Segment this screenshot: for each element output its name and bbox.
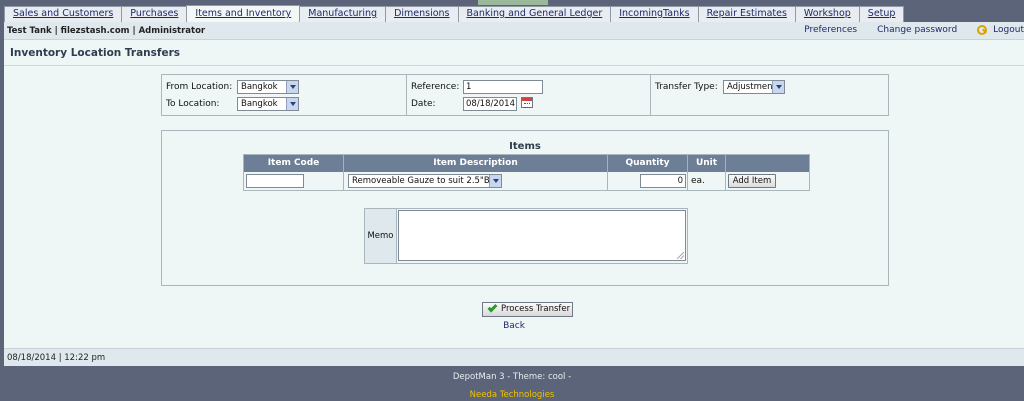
resize-grip-icon[interactable] bbox=[677, 252, 684, 259]
item-description-cell: Removeable Gauze to suit 2.5"BSP M bbox=[344, 172, 608, 190]
tab-banking-and-general-ledger[interactable]: Banking and General Ledger bbox=[457, 6, 612, 22]
back-link: Back bbox=[4, 321, 1024, 331]
reference-column: Reference: 1 Date: 08/18/2014 bbox=[407, 75, 651, 115]
add-item-button[interactable]: Add Item bbox=[728, 174, 776, 188]
column-quantity: Quantity bbox=[608, 155, 688, 172]
location-column: From Location: Bangkok To Location: Bang… bbox=[162, 75, 407, 115]
date-input[interactable]: 08/18/2014 bbox=[463, 97, 517, 111]
transfer-header-form: From Location: Bangkok To Location: Bang… bbox=[161, 74, 889, 116]
tab-items-and-inventory[interactable]: Items and Inventory bbox=[186, 5, 301, 22]
chevron-down-icon bbox=[286, 98, 298, 110]
column-unit: Unit bbox=[688, 155, 726, 172]
memo-group: Memo bbox=[364, 208, 688, 264]
process-transfer-label: Process Transfer bbox=[501, 304, 571, 314]
items-table-header: Item Code Item Description Quantity Unit bbox=[244, 155, 809, 172]
memo-label: Memo bbox=[365, 209, 397, 263]
change-password-link[interactable]: Change password bbox=[877, 25, 957, 35]
user-links: Preferences Change password Logout bbox=[784, 25, 1024, 35]
tab-repair-estimates[interactable]: Repair Estimates bbox=[697, 6, 796, 22]
item-description-select[interactable]: Removeable Gauze to suit 2.5"BSP M bbox=[348, 174, 502, 188]
to-location-label: To Location: bbox=[166, 99, 220, 109]
user-bar: Test Tank | filezstash.com | Administrat… bbox=[4, 22, 1024, 40]
tab-manufacturing[interactable]: Manufacturing bbox=[299, 6, 387, 22]
from-location-label: From Location: bbox=[166, 82, 233, 92]
column-action bbox=[726, 155, 809, 172]
transfer-type-select[interactable]: Adjustment bbox=[723, 80, 785, 94]
to-location-value: Bangkok bbox=[241, 99, 278, 109]
date-label: Date: bbox=[411, 99, 436, 109]
chevron-down-icon bbox=[489, 175, 501, 187]
status-bar: 08/18/2014 | 12:22 pm bbox=[4, 348, 1024, 366]
status-datetime: 08/18/2014 | 12:22 pm bbox=[7, 353, 106, 363]
title-divider bbox=[4, 65, 1024, 66]
reference-label: Reference: bbox=[411, 82, 460, 92]
tab-dimensions[interactable]: Dimensions bbox=[385, 6, 459, 22]
logout-link[interactable]: Logout bbox=[993, 25, 1024, 35]
transfer-type-column: Transfer Type: Adjustment bbox=[651, 75, 888, 115]
footer-company-link[interactable]: Needa Technologies bbox=[0, 390, 1024, 400]
memo-textarea[interactable] bbox=[398, 210, 686, 261]
item-code-input[interactable] bbox=[246, 174, 304, 188]
tab-sales-and-customers[interactable]: Sales and Customers bbox=[4, 6, 123, 22]
top-menu-bar: Sales and Customers Purchases Items and … bbox=[0, 0, 1024, 22]
tab-workshop[interactable]: Workshop bbox=[794, 6, 860, 22]
items-title: Items bbox=[509, 141, 541, 152]
page-title: Inventory Location Transfers bbox=[10, 47, 181, 59]
footer-theme-line: DepotMan 3 - Theme: cool - bbox=[452, 372, 572, 382]
item-code-cell bbox=[244, 172, 344, 190]
user-info: Test Tank | filezstash.com | Administrat… bbox=[7, 26, 206, 36]
check-icon bbox=[487, 302, 498, 313]
items-section: Items Item Code Item Description Quantit… bbox=[161, 130, 889, 286]
tab-purchases[interactable]: Purchases bbox=[121, 6, 188, 22]
items-table: Item Code Item Description Quantity Unit… bbox=[243, 154, 810, 191]
key-icon bbox=[977, 25, 988, 35]
unit-value: ea. bbox=[691, 176, 705, 186]
column-item-description: Item Description bbox=[344, 155, 608, 172]
module-tabs: Sales and Customers Purchases Items and … bbox=[4, 5, 905, 22]
back-link-text[interactable]: Back bbox=[503, 321, 525, 331]
action-cell: Add Item bbox=[726, 172, 809, 190]
tab-incoming-tanks[interactable]: IncomingTanks bbox=[610, 6, 699, 22]
table-row: Removeable Gauze to suit 2.5"BSP M 0 ea.… bbox=[244, 172, 809, 190]
from-location-select[interactable]: Bangkok bbox=[237, 80, 299, 94]
tab-setup[interactable]: Setup bbox=[858, 6, 905, 22]
quantity-cell: 0 bbox=[608, 172, 688, 190]
chevron-down-icon bbox=[286, 81, 298, 93]
from-location-value: Bangkok bbox=[241, 82, 278, 92]
process-transfer-button[interactable]: Process Transfer bbox=[482, 302, 573, 317]
chevron-down-icon bbox=[772, 81, 784, 93]
transfer-type-value: Adjustment bbox=[727, 82, 776, 92]
reference-input[interactable]: 1 bbox=[463, 80, 543, 94]
column-item-code: Item Code bbox=[244, 155, 344, 172]
unit-cell: ea. bbox=[688, 172, 726, 190]
quantity-input[interactable]: 0 bbox=[640, 174, 686, 188]
calendar-icon[interactable] bbox=[521, 97, 533, 108]
transfer-type-label: Transfer Type: bbox=[655, 82, 718, 92]
main-panel: Test Tank | filezstash.com | Administrat… bbox=[4, 22, 1024, 366]
item-description-value: Removeable Gauze to suit 2.5"BSP M bbox=[352, 176, 502, 186]
to-location-select[interactable]: Bangkok bbox=[237, 97, 299, 111]
preferences-link[interactable]: Preferences bbox=[804, 25, 857, 35]
